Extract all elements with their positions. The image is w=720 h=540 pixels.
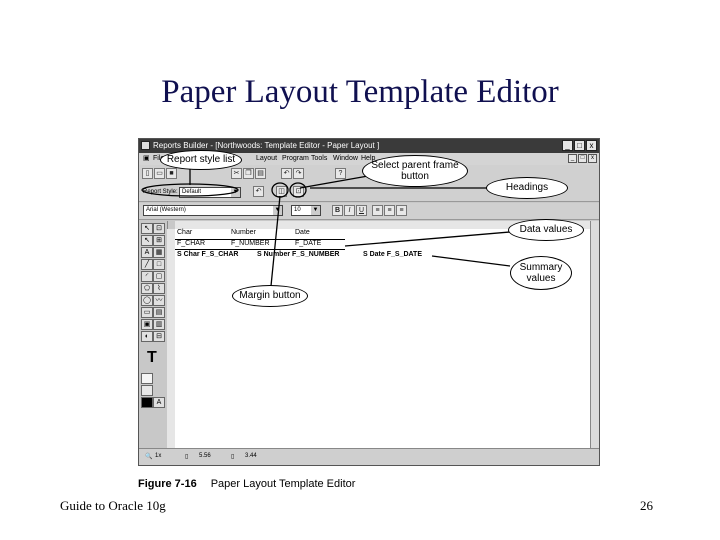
data-values-line xyxy=(344,231,511,247)
footer-course: Guide to Oracle 10g xyxy=(60,498,166,513)
callout-report-style-list: Report style list xyxy=(160,150,242,170)
callout-summary-values: Summary values xyxy=(510,256,572,290)
figure-caption-text: Paper Layout Template Editor xyxy=(210,478,356,490)
callout-lines xyxy=(141,168,511,287)
summary-values-line xyxy=(431,255,511,267)
report-style-highlight xyxy=(141,183,239,197)
figure-label: Figure 7-16 xyxy=(138,478,197,490)
select-parent-frame-line xyxy=(299,175,369,189)
callout-select-parent-frame: Select parent frame button xyxy=(362,155,468,187)
page-number: 26 xyxy=(640,498,653,513)
select-parent-frame-highlight xyxy=(271,182,289,198)
callout-headings: Headings xyxy=(486,177,568,199)
margin-button-highlight xyxy=(289,182,307,198)
callout-data-values: Data values xyxy=(508,219,584,241)
figure-caption: Figure 7-16 Paper Layout Template Editor xyxy=(138,478,355,490)
callout-margin-button: Margin button xyxy=(232,285,308,307)
margin-button-line xyxy=(270,195,281,287)
